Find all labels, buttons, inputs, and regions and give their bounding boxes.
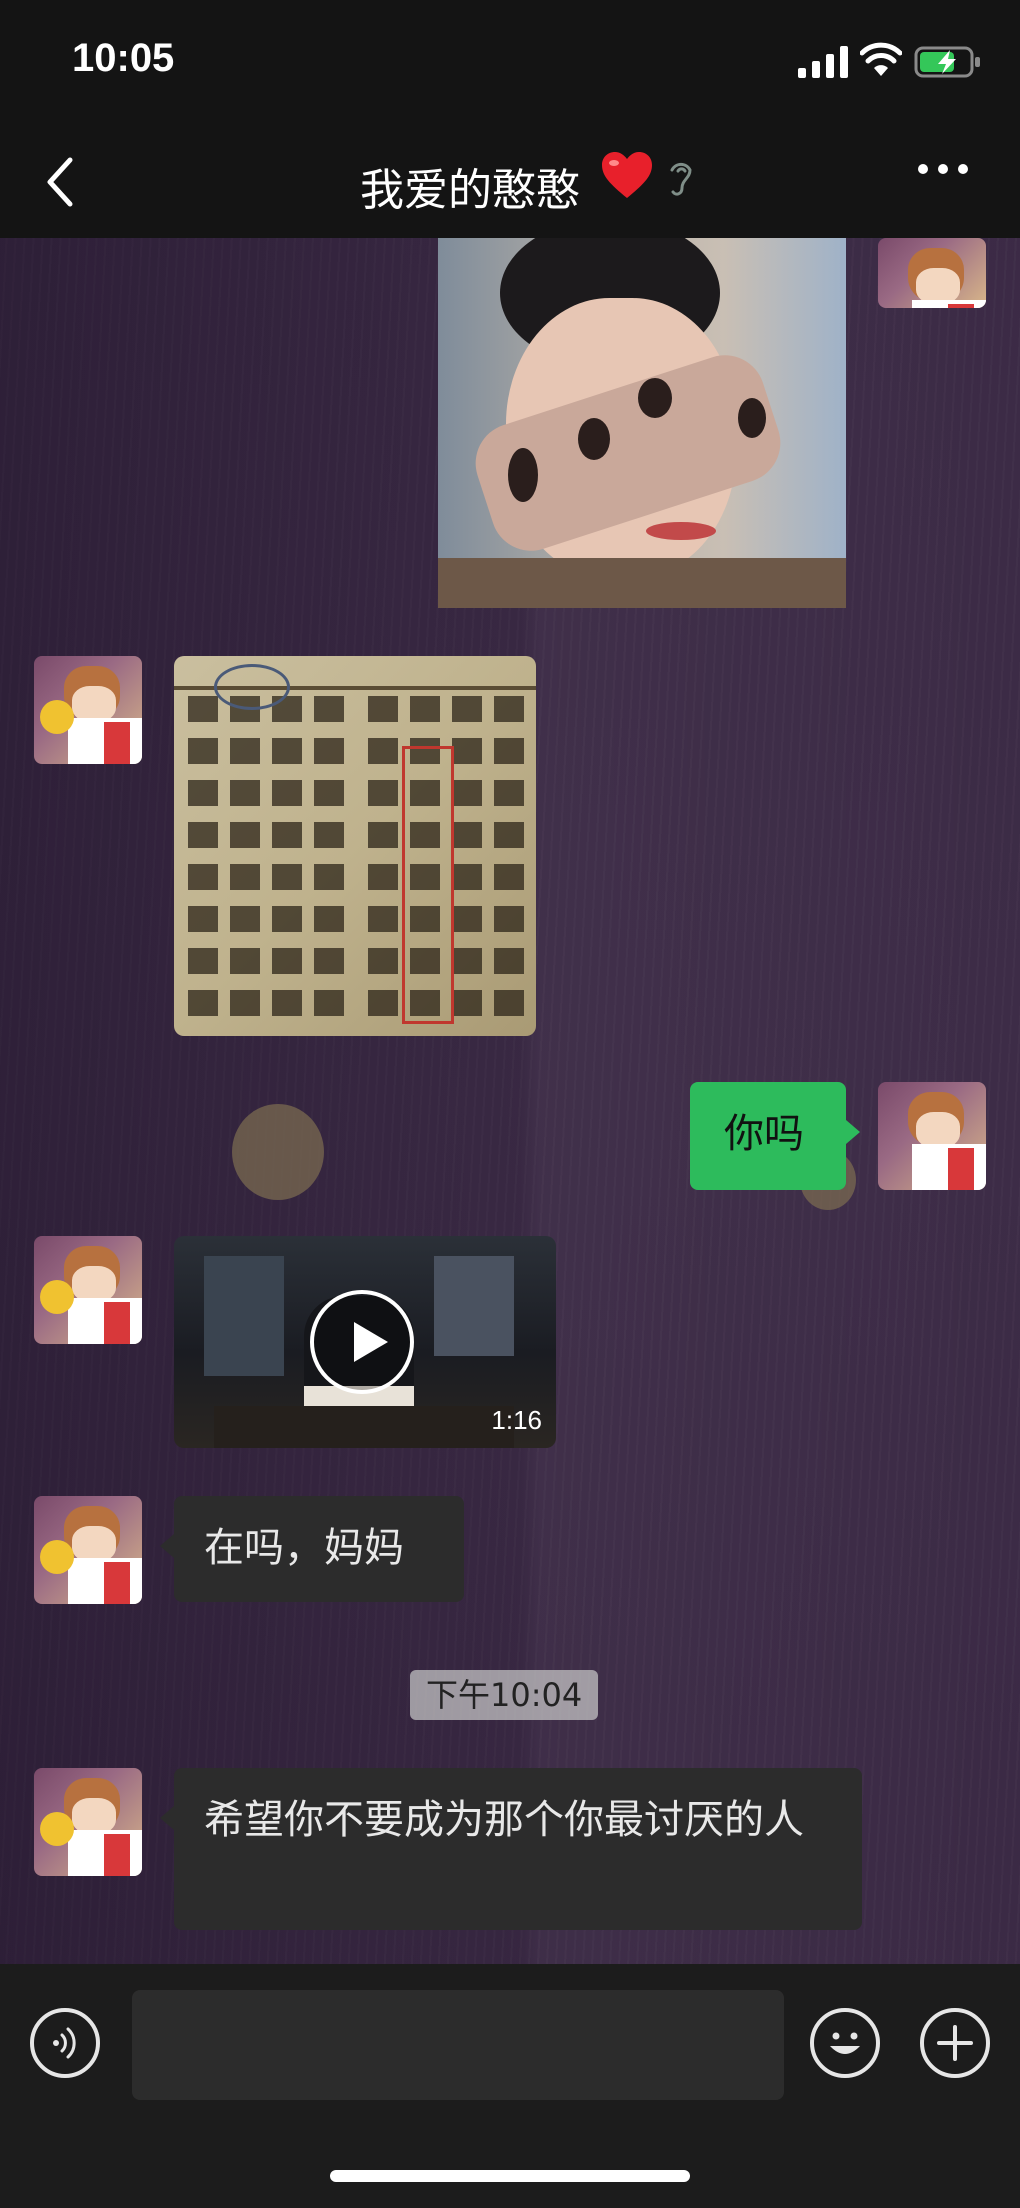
- play-icon[interactable]: [310, 1290, 414, 1394]
- emoji-icon[interactable]: [810, 2008, 880, 2078]
- message-video[interactable]: 1:16: [174, 1236, 556, 1448]
- chat-header: 我爱的憨憨: [0, 130, 1020, 238]
- contact-avatar[interactable]: [34, 1768, 142, 1876]
- back-icon[interactable]: [40, 152, 80, 212]
- message-bubble-outgoing[interactable]: 你吗: [690, 1082, 860, 1190]
- video-duration: 1:16: [491, 1405, 542, 1435]
- status-time: 10:05: [72, 36, 175, 80]
- message-bubble-incoming[interactable]: 希望你不要成为那个你最讨厌的人: [160, 1768, 862, 1930]
- message-image-book[interactable]: [174, 656, 536, 1036]
- message-image-toddler[interactable]: [438, 238, 846, 608]
- heart-icon: [602, 152, 652, 198]
- my-avatar[interactable]: [878, 238, 986, 308]
- status-bar: 10:05: [0, 0, 1020, 130]
- voice-icon[interactable]: [30, 2008, 100, 2078]
- chat-title: 我爱的憨憨: [360, 165, 580, 216]
- timestamp: 下午10:04: [410, 1670, 599, 1720]
- message-text: 你吗: [724, 1111, 804, 1157]
- contact-avatar[interactable]: [34, 656, 142, 764]
- message-input[interactable]: [132, 1990, 784, 2100]
- decor-blob: [232, 1104, 324, 1200]
- contact-avatar[interactable]: [34, 1496, 142, 1604]
- message-text: 在吗，妈妈: [204, 1525, 404, 1571]
- battery-icon: [914, 46, 980, 78]
- wifi-icon: [860, 42, 902, 76]
- message-text: 希望你不要成为那个你最讨厌的人: [204, 1797, 804, 1843]
- contact-avatar[interactable]: [34, 1236, 142, 1344]
- my-avatar[interactable]: [878, 1082, 986, 1190]
- more-options-icon[interactable]: [918, 164, 970, 178]
- signal-icon: [798, 46, 848, 78]
- home-indicator: [330, 2170, 690, 2182]
- message-bubble-incoming[interactable]: 在吗，妈妈: [160, 1496, 464, 1602]
- earpiece-icon: [670, 162, 692, 196]
- plus-icon[interactable]: [920, 2008, 990, 2078]
